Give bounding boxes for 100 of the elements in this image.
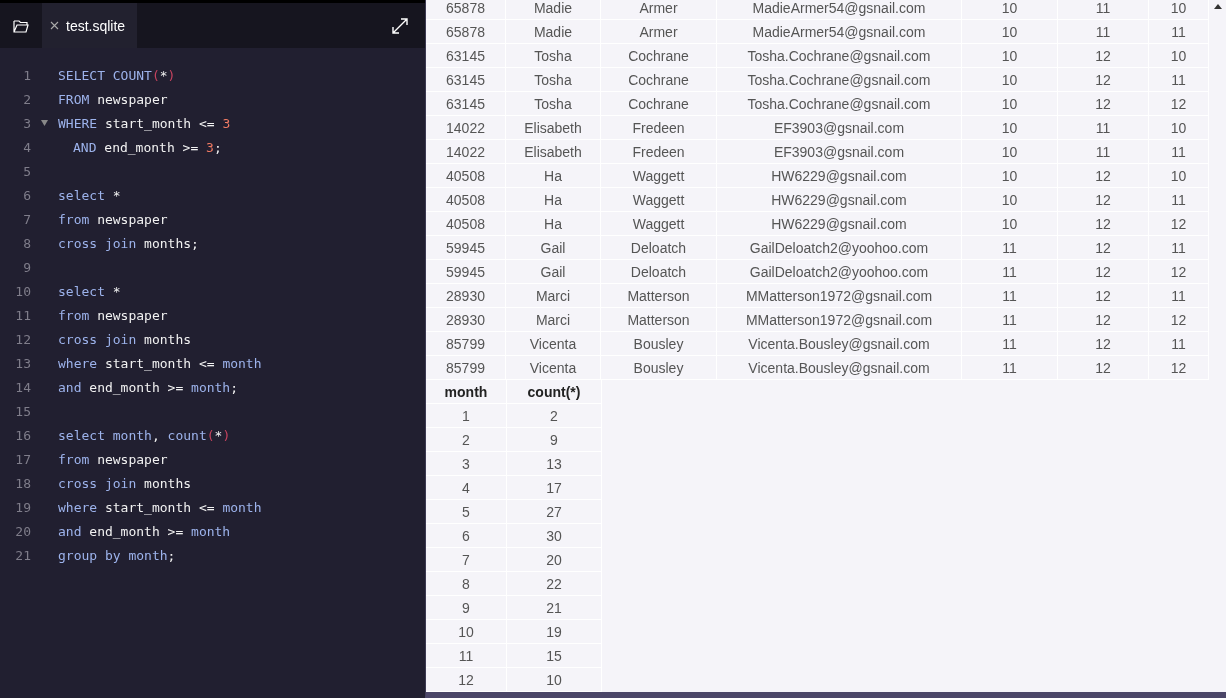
table-cell: 11 — [1057, 19, 1149, 44]
table-cell: 14022 — [426, 115, 506, 140]
code-line: cross join months — [58, 331, 192, 347]
table-cell: Ha — [505, 187, 601, 212]
table-cell: Elisabeth — [505, 139, 601, 164]
table-cell: 12 — [1148, 259, 1209, 284]
table-cell: 1 — [426, 403, 507, 428]
code-line: WHERE start_month <= 3 — [58, 115, 231, 131]
code-line: group by month; — [58, 547, 176, 563]
table-cell: 6 — [426, 523, 507, 548]
table-cell: 11 — [1057, 139, 1149, 164]
fold-icon[interactable] — [41, 120, 48, 126]
table-cell: Matterson — [600, 307, 717, 332]
table-cell: Vicenta.Bousley@gsnail.com — [716, 355, 962, 380]
line-number: 18 — [14, 475, 31, 491]
table-cell: 12 — [426, 667, 507, 692]
file-tab[interactable]: test.sqlite — [42, 3, 138, 48]
table-cell: 40508 — [426, 163, 506, 188]
table-cell: 59945 — [426, 235, 506, 260]
table-cell: 11 — [961, 235, 1058, 260]
code-line: where start_month <= month — [58, 499, 262, 515]
table-cell: Vicenta — [505, 355, 601, 380]
table-cell: 12 — [1057, 235, 1149, 260]
table-cell: MadieArmer54@gsnail.com — [716, 19, 962, 44]
table-cell: 30 — [506, 523, 602, 548]
table-cell: 11 — [961, 307, 1058, 332]
table-cell: 85799 — [426, 355, 506, 380]
table-cell: 19 — [506, 619, 602, 644]
table-cell: 5 — [426, 499, 507, 524]
table-cell: 12 — [1148, 307, 1209, 332]
code-line: from newspaper — [58, 451, 168, 467]
line-number: 17 — [14, 451, 31, 467]
table-cell: Bousley — [600, 331, 717, 356]
table-cell: 10 — [961, 43, 1058, 68]
table-cell: 10 — [426, 619, 507, 644]
code-line: select * — [58, 283, 121, 299]
table-cell: Vicenta.Bousley@gsnail.com — [716, 331, 962, 356]
line-number: 16 — [14, 427, 31, 443]
table-cell: 11 — [961, 283, 1058, 308]
table-cell: 2 — [426, 427, 507, 452]
table-cell: 14022 — [426, 139, 506, 164]
table-cell: MMatterson1972@gsnail.com — [716, 307, 962, 332]
table-cell: MadieArmer54@gsnail.com — [716, 0, 962, 20]
code-line: where start_month <= month — [58, 355, 262, 371]
line-number: 9 — [22, 259, 31, 275]
table-cell: Madie — [505, 19, 601, 44]
table-cell: 17 — [506, 475, 602, 500]
table-cell: 65878 — [426, 0, 506, 20]
table-cell: Madie — [505, 0, 601, 20]
line-number: 4 — [22, 139, 31, 155]
table-cell: 10 — [961, 115, 1058, 140]
table-cell: 10 — [1148, 115, 1209, 140]
table-cell: 10 — [1148, 43, 1209, 68]
table-cell: HW6229@gsnail.com — [716, 163, 962, 188]
table-cell: 28930 — [426, 307, 506, 332]
table-cell: 12 — [1057, 187, 1149, 212]
line-number: 21 — [14, 547, 31, 563]
table-cell: EF3903@gsnail.com — [716, 115, 962, 140]
table-cell: 28930 — [426, 283, 506, 308]
table-cell: 12 — [1057, 67, 1149, 92]
table-cell: Matterson — [600, 283, 717, 308]
table-cell: 27 — [506, 499, 602, 524]
table-cell: Tosha.Cochrane@gsnail.com — [716, 91, 962, 116]
table-cell: 59945 — [426, 259, 506, 284]
table-cell: 10 — [1148, 0, 1209, 20]
table-cell: 12 — [1057, 163, 1149, 188]
line-number: 7 — [22, 211, 31, 227]
table-cell: Cochrane — [600, 67, 717, 92]
scroll-up-icon[interactable] — [1213, 4, 1222, 9]
table-cell: 12 — [1057, 331, 1149, 356]
code-line: from newspaper — [58, 307, 168, 323]
line-number: 10 — [14, 283, 31, 299]
code-line: cross join months — [58, 475, 192, 491]
table-cell: 12 — [1148, 91, 1209, 116]
table-cell: 7 — [426, 547, 507, 572]
tab-title: test.sqlite — [66, 17, 126, 34]
table-cell: HW6229@gsnail.com — [716, 211, 962, 236]
table-cell: 12 — [1057, 91, 1149, 116]
table-cell: Waggett — [600, 163, 717, 188]
table-cell: 10 — [506, 667, 602, 692]
table-cell: 10 — [1148, 163, 1209, 188]
line-number: 2 — [22, 91, 31, 107]
line-number: 15 — [14, 403, 31, 419]
table-cell: Tosha — [505, 43, 601, 68]
line-number: 11 — [14, 307, 31, 323]
close-icon[interactable] — [50, 21, 59, 30]
table-cell: Vicenta — [505, 331, 601, 356]
table-cell: 13 — [506, 451, 602, 476]
table-cell: Marci — [505, 307, 601, 332]
table-cell: Deloatch — [600, 259, 717, 284]
table-cell: 11 — [1057, 115, 1149, 140]
code-line: SELECT COUNT(*) — [58, 67, 176, 83]
table-cell: Ha — [505, 163, 601, 188]
table-cell: 21 — [506, 595, 602, 620]
table-cell: 2 — [506, 403, 602, 428]
table-cell: 11 — [1148, 283, 1209, 308]
table-cell: 40508 — [426, 211, 506, 236]
table-cell: 12 — [1057, 355, 1149, 380]
table-cell: Tosha.Cochrane@gsnail.com — [716, 67, 962, 92]
table-cell: Tosha.Cochrane@gsnail.com — [716, 43, 962, 68]
